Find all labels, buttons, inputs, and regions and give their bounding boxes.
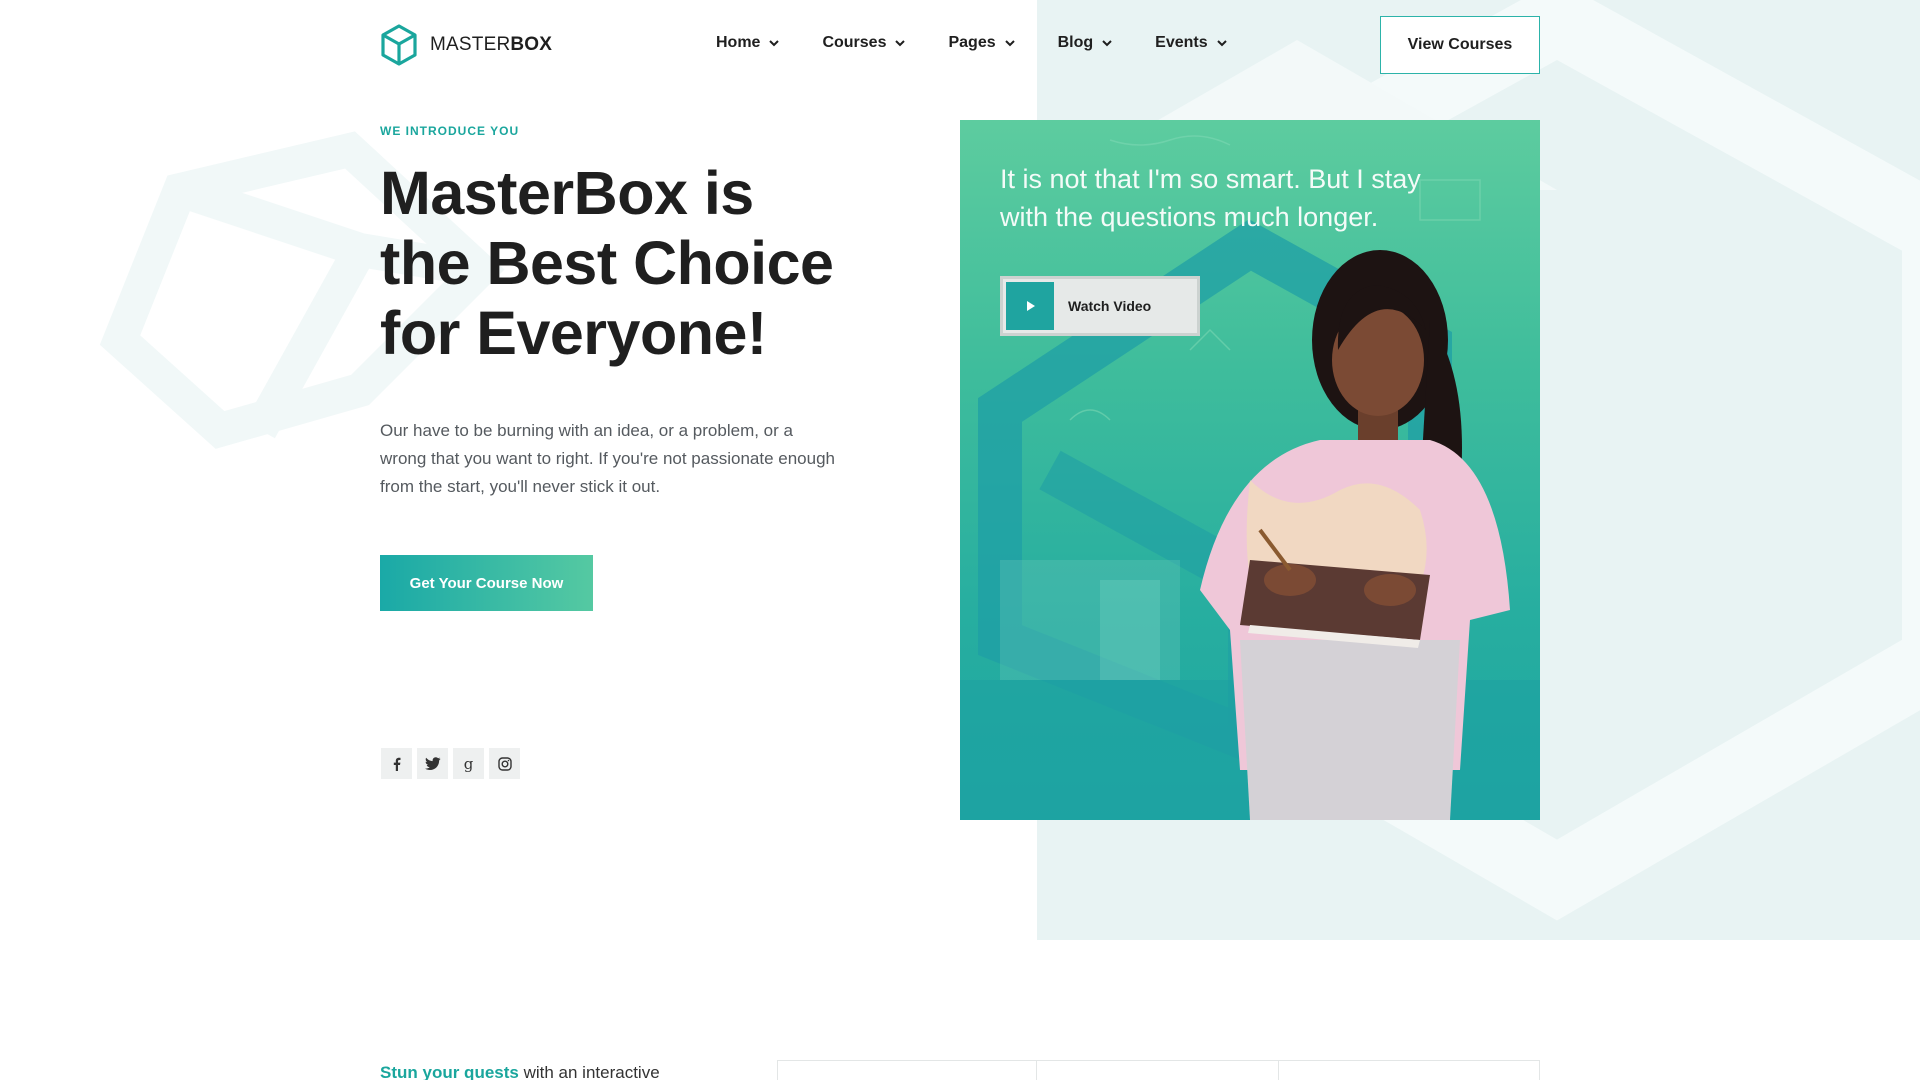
play-icon [1027, 301, 1035, 311]
google-link[interactable]: g [453, 748, 484, 779]
section-intro-accent: Stun your quests [380, 1063, 519, 1080]
watch-video-label: Watch Video [1068, 298, 1152, 314]
chevron-down-icon [1004, 40, 1015, 47]
chevron-down-icon [769, 40, 780, 47]
hero-title: MasterBox is the Best Choice for Everyon… [380, 159, 834, 367]
nav-events[interactable]: Events [1155, 34, 1228, 52]
hero-description: Our have to be burning with an idea, or … [380, 421, 835, 496]
get-course-button[interactable]: Get Your Course Now [380, 555, 593, 611]
google-icon: g [463, 754, 474, 773]
view-courses-button[interactable]: View Courses [1380, 16, 1540, 74]
nav-courses-label: Courses [822, 34, 887, 51]
chevron-down-icon [1216, 40, 1227, 47]
brand-name: MASTERBOX [430, 34, 553, 55]
nav-home-label: Home [716, 34, 761, 51]
feature-boxes [777, 1060, 1540, 1080]
nav-events-label: Events [1155, 34, 1208, 51]
instagram-link[interactable] [489, 748, 520, 779]
hero-image-card: It is not that I'm so smart. But I stay … [960, 120, 1540, 820]
nav-home[interactable]: Home [716, 34, 781, 52]
social-links: g [381, 748, 520, 779]
nav-blog-label: Blog [1057, 34, 1094, 51]
twitter-link[interactable] [417, 748, 448, 779]
play-icon-box [1006, 282, 1054, 330]
hero-eyebrow: WE INTRODUCE YOU [380, 124, 520, 138]
main-navigation: Home Courses Pages Blog Events [716, 34, 1270, 52]
chevron-down-icon [895, 40, 906, 47]
instagram-icon [497, 756, 512, 771]
hero-quote: It is not that I'm so smart. But I stay … [1000, 164, 1421, 232]
feature-box [778, 1061, 1038, 1080]
facebook-icon [393, 757, 400, 771]
section-intro-text: Stun your quests with an interactive [380, 1063, 660, 1080]
twitter-icon [424, 756, 440, 770]
section-intro-rest: with an interactive [518, 1063, 660, 1080]
brand-logo[interactable]: MASTERBOX [380, 24, 552, 66]
nav-courses[interactable]: Courses [822, 34, 907, 52]
feature-box [1037, 1061, 1279, 1080]
nav-pages[interactable]: Pages [948, 34, 1016, 52]
nav-pages-label: Pages [948, 34, 996, 51]
feature-box [1279, 1061, 1539, 1080]
nav-blog[interactable]: Blog [1058, 34, 1115, 52]
chevron-down-icon [1102, 40, 1112, 47]
cube-logo-icon [381, 24, 417, 66]
facebook-link[interactable] [381, 748, 412, 779]
watch-video-button[interactable]: Watch Video [1000, 276, 1200, 336]
